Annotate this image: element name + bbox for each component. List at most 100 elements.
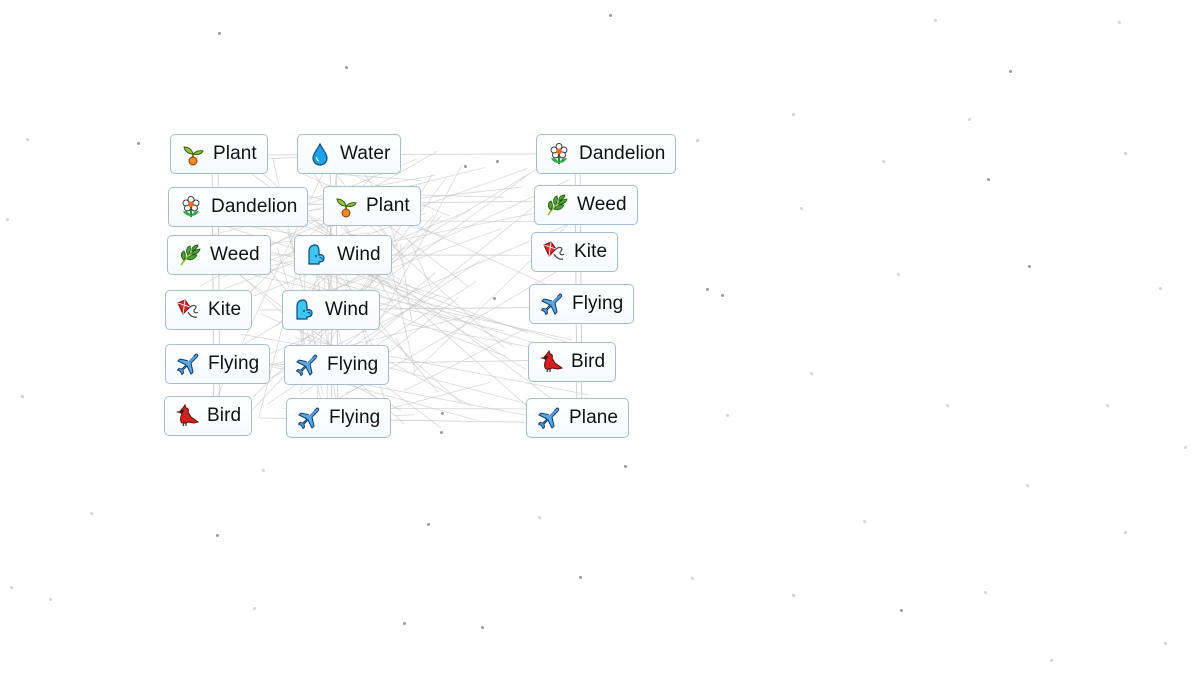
background-dot: [253, 607, 256, 610]
background-dot: [897, 273, 900, 276]
background-dot: [493, 297, 496, 300]
connection-line: [258, 250, 303, 418]
background-dot: [810, 372, 813, 375]
airplane-icon: [176, 352, 200, 376]
element-label: Kite: [208, 299, 242, 320]
kite-icon: [176, 298, 200, 322]
leaf-icon: [178, 243, 202, 267]
background-dot: [538, 516, 541, 519]
background-dot: [726, 414, 729, 417]
airplane-icon: [540, 292, 564, 316]
element-tile[interactable]: Wind: [282, 290, 380, 330]
element-tile[interactable]: Flying: [165, 344, 271, 384]
element-tile[interactable]: Bird: [164, 396, 253, 436]
background-dot: [624, 465, 627, 468]
wind-face-icon: [305, 243, 329, 267]
background-dot: [987, 178, 990, 181]
background-dot: [403, 622, 406, 625]
background-dot: [934, 19, 937, 22]
background-dot: [792, 594, 795, 597]
background-dot: [26, 138, 29, 141]
element-label: Plant: [366, 195, 410, 216]
background-dot: [440, 431, 443, 434]
element-label: Water: [340, 143, 391, 164]
background-dot: [882, 160, 885, 163]
element-tile[interactable]: Flying: [284, 345, 390, 385]
background-dot: [609, 14, 612, 17]
background-dot: [1028, 265, 1031, 268]
element-tile[interactable]: Kite: [531, 232, 619, 272]
background-dot: [481, 626, 484, 629]
background-dot: [1009, 70, 1012, 73]
background-dot: [345, 66, 348, 69]
connection-line: [395, 414, 415, 416]
element-tile[interactable]: Plant: [170, 134, 268, 174]
background-dot: [721, 294, 724, 297]
background-dot: [792, 113, 795, 116]
element-label: Bird: [571, 351, 606, 372]
element-tile[interactable]: Dandelion: [536, 134, 677, 174]
element-label: Flying: [329, 407, 381, 428]
element-label: Bird: [207, 405, 242, 426]
airplane-icon: [295, 353, 319, 377]
background-dot: [1184, 446, 1187, 449]
background-dot: [10, 586, 13, 589]
element-tile[interactable]: Weed: [167, 235, 271, 275]
element-label: Flying: [208, 353, 260, 374]
element-tile[interactable]: Wind: [294, 235, 392, 275]
connection-lines: [199, 149, 592, 431]
element-tile[interactable]: Bird: [528, 342, 617, 382]
background-dot: [968, 118, 971, 121]
background-dot: [441, 412, 444, 415]
bird-icon: [539, 349, 564, 374]
background-dot: [900, 609, 903, 612]
background-dot: [946, 404, 949, 407]
bird-icon: [175, 403, 200, 428]
element-label: Plant: [213, 143, 257, 164]
flower-icon: [547, 142, 571, 166]
airplane-icon: [297, 406, 321, 430]
element-tile[interactable]: Kite: [165, 290, 253, 330]
background-dot: [6, 218, 9, 221]
element-label: Weed: [210, 244, 260, 265]
background-dot: [1164, 642, 1167, 645]
element-label: Wind: [325, 299, 369, 320]
element-label: Flying: [327, 354, 379, 375]
background-dot: [90, 512, 93, 515]
background-dot: [691, 577, 694, 580]
element-label: Kite: [574, 241, 608, 262]
background-dot: [262, 469, 265, 472]
background-dot: [49, 598, 52, 601]
element-label: Flying: [572, 293, 624, 314]
background-dot: [137, 142, 140, 145]
background-dot: [464, 165, 467, 168]
water-drop-icon: [308, 142, 332, 166]
element-tile[interactable]: Flying: [529, 284, 635, 324]
leaf-icon: [545, 193, 569, 217]
airplane-icon: [537, 406, 561, 430]
background-dot: [1124, 152, 1127, 155]
plant-sprout-icon: [334, 194, 358, 218]
background-dot: [21, 395, 24, 398]
background-dot: [218, 32, 221, 35]
plant-sprout-icon: [181, 142, 205, 166]
background-dot: [579, 576, 582, 579]
element-tile[interactable]: Plant: [323, 186, 421, 226]
element-tile[interactable]: Dandelion: [168, 187, 309, 227]
element-label: Wind: [337, 244, 381, 265]
background-dot: [1050, 659, 1053, 662]
wind-face-icon: [293, 298, 317, 322]
element-tile[interactable]: Water: [297, 134, 402, 174]
flower-icon: [179, 195, 203, 219]
background-dot: [1106, 404, 1109, 407]
connection-line: [403, 328, 525, 392]
element-tile[interactable]: Flying: [286, 398, 392, 438]
background-dot: [800, 207, 803, 210]
kite-icon: [542, 240, 566, 264]
craft-canvas[interactable]: Plant Water Dandelion Plant Weed Wind Ki…: [0, 0, 1200, 675]
background-dot: [427, 523, 430, 526]
background-dot: [1124, 531, 1127, 534]
element-label: Weed: [577, 194, 627, 215]
element-tile[interactable]: Plane: [526, 398, 630, 438]
element-tile[interactable]: Weed: [534, 185, 638, 225]
